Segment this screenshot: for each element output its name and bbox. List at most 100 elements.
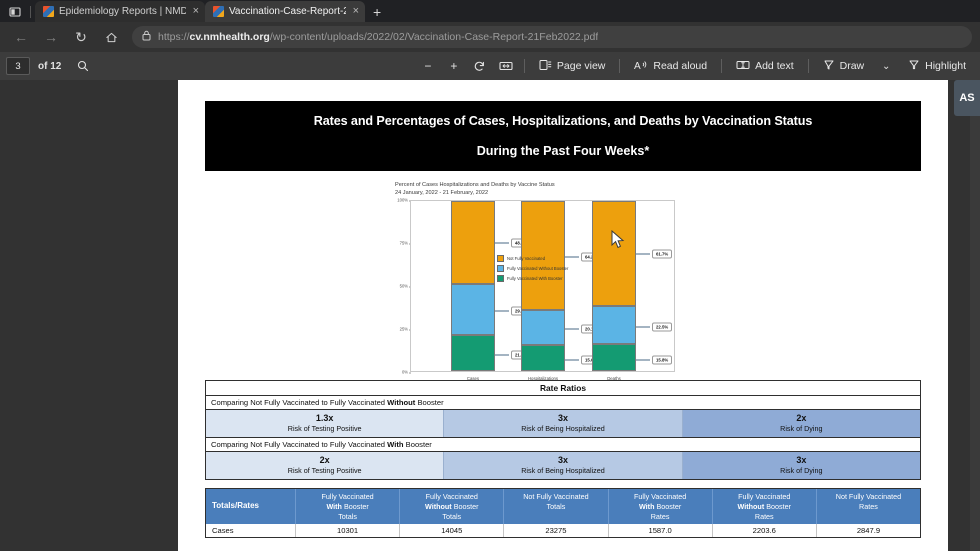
chart-legend: Not Fully Vaccinated Fully Vaccinated Wit… (497, 255, 568, 282)
table-cell: 1587.0 (609, 524, 713, 538)
legend-label: Fully Vaccinated Without Booster (507, 266, 569, 271)
pdf-page-3: Rates and Percentages of Cases, Hospital… (178, 80, 948, 551)
bar-segment (451, 284, 495, 335)
rate-ratios-caption: Comparing Not Fully Vaccinated to Fully … (206, 438, 920, 453)
y-axis-tick: 25% (399, 326, 412, 332)
home-icon[interactable] (98, 25, 124, 49)
draw-button[interactable]: Draw (815, 55, 873, 77)
close-icon[interactable]: × (193, 6, 199, 17)
column-header-line: Fully Vaccinated (738, 492, 791, 502)
close-icon[interactable]: × (353, 6, 359, 17)
chevron-down-icon[interactable]: ⌄ (874, 55, 898, 77)
tab-favicon-icon (43, 6, 54, 17)
back-icon[interactable]: ← (8, 25, 34, 49)
rate-ratios-row: 2x Risk of Testing Positive 3x Risk of Bein… (206, 452, 920, 481)
browser-tab-vaccination-report[interactable]: Vaccination-Case-Report-21Feb × (205, 1, 365, 22)
table-cell: 14045 (400, 524, 505, 538)
lock-icon (142, 30, 151, 44)
svg-text:A: A (634, 61, 641, 71)
add-text-label: Add text (755, 60, 794, 72)
pdf-page-content: Rates and Percentages of Cases, Hospital… (178, 80, 948, 539)
caption-suffix: Booster (403, 440, 432, 450)
rate-ratios-caption: Comparing Not Fully Vaccinated to Fully … (206, 396, 920, 411)
address-bar-url: https://cv.nmhealth.org/wp-content/uploa… (158, 31, 598, 43)
legend-label: Fully Vaccinated With Booster (507, 276, 563, 281)
document-title-line2: During the Past Four Weeks* (476, 144, 650, 158)
rotate-icon[interactable] (468, 55, 492, 77)
fit-page-icon[interactable] (494, 55, 518, 77)
header-emphasis: Without (425, 501, 452, 511)
chart-title: Percent of Cases Hospitalizations and De… (395, 181, 921, 197)
caption-prefix: Comparing Not Fully Vaccinated to Fully … (211, 398, 388, 408)
address-bar[interactable]: https://cv.nmhealth.org/wp-content/uploa… (132, 26, 972, 48)
rate-ratio-multiplier: 3x (557, 455, 568, 466)
legend-swatch-icon (497, 265, 504, 272)
y-axis-tick: 50% (399, 283, 412, 289)
bar-segment (592, 306, 636, 345)
page-number-input[interactable]: 3 (6, 57, 30, 75)
data-label: 15.8% (652, 355, 673, 365)
bar-segment (592, 201, 636, 307)
reload-icon[interactable]: ↻ (68, 25, 94, 49)
document-title-line1: Rates and Percentages of Cases, Hospital… (313, 114, 813, 128)
data-label: 22.5% (652, 322, 673, 332)
chart-y-axis: 0% 25% 50% 75% 100% (395, 198, 412, 375)
totals-table-column-header: Fully Vaccinated With Booster Totals (296, 489, 401, 525)
chart-subtitle: 24 January, 2022 - 21 February, 2022 (395, 190, 489, 197)
column-header-line: Not Fully Vaccinated (835, 492, 902, 502)
page-view-label: Page view (556, 60, 606, 72)
navigation-bar: ← → ↻ https://cv.nmhealth.org/wp-content… (0, 22, 980, 52)
totals-rates-table: Totals/Rates Fully Vaccinated With Booster… (205, 488, 921, 539)
pdf-toolbar: 3 of 12 − + Page view A Read aloud Add t… (0, 52, 980, 80)
pdf-viewer[interactable]: Rates and Percentages of Cases, Hospital… (0, 80, 980, 551)
draw-label: Draw (839, 60, 865, 72)
toolbar-separator (721, 59, 723, 73)
table-cell: 23275 (504, 524, 609, 538)
zoom-out-button[interactable]: − (416, 55, 440, 77)
url-scheme: https:// (158, 31, 190, 43)
rate-ratio-multiplier: 3x (557, 413, 568, 424)
vertical-scrollbar[interactable] (970, 116, 980, 551)
viewer-left-gutter (0, 80, 178, 551)
totals-table-column-header: Not Fully Vaccinated Rates (817, 489, 920, 524)
browser-tab-epidemiology[interactable]: Epidemiology Reports | NMDOH × (35, 1, 205, 22)
rate-ratio-cell: 3x Risk of Dying (682, 452, 920, 480)
side-panel-tab[interactable]: AS (954, 80, 980, 116)
stacked-bar-chart: Percent of Cases Hospitalizations and De… (205, 181, 921, 381)
legend-swatch-icon (497, 255, 504, 262)
column-header-line: Rates (650, 511, 670, 521)
tab-actions-button[interactable] (2, 2, 28, 22)
table-row: Cases 10301 14045 23275 1587.0 2203.6 2847.9 (206, 524, 920, 538)
add-text-button[interactable]: Add text (728, 55, 802, 77)
search-icon[interactable] (71, 55, 95, 77)
column-header-line: Totals/Rates (212, 501, 259, 511)
rate-ratio-multiplier: 3x (796, 455, 807, 466)
toolbar-separator (619, 59, 621, 73)
totals-table-column-header: Fully Vaccinated With Booster Rates (609, 489, 713, 525)
totals-table-column-header: Fully Vaccinated Without Booster Rates (713, 489, 817, 525)
header-emphasis: Without (737, 501, 765, 511)
legend-label: Not Fully Vaccinated (507, 256, 546, 261)
bar-group (521, 201, 565, 372)
x-axis-tick: Hospitalizations (527, 376, 559, 382)
page-view-button[interactable]: Page view (531, 55, 613, 77)
url-domain: cv.nmhealth.org (189, 31, 270, 43)
table-cell: Cases (206, 524, 296, 538)
forward-icon[interactable]: → (38, 25, 64, 49)
rate-ratio-risk-label: Risk of Dying (780, 424, 823, 434)
caption-suffix: Booster (415, 398, 444, 408)
column-header-line: Rates (754, 511, 774, 521)
read-aloud-button[interactable]: A Read aloud (626, 55, 715, 77)
zoom-in-button[interactable]: + (442, 55, 466, 77)
tab-favicon-icon (213, 6, 224, 17)
toolbar-separator (523, 59, 525, 73)
bar-group (451, 201, 495, 372)
add-text-icon (736, 59, 750, 74)
caption-emphasis: Without (387, 398, 416, 408)
new-tab-button[interactable]: + (365, 4, 389, 22)
totals-table-body: Cases 10301 14045 23275 1587.0 2203.6 2847.9 (206, 524, 920, 538)
highlight-button[interactable]: Highlight (900, 55, 974, 77)
read-aloud-label: Read aloud (653, 60, 708, 72)
chart-title-line1: Percent of Cases Hospitalizations and De… (395, 182, 555, 188)
rate-ratio-risk-label: Risk of Testing Positive (287, 424, 362, 434)
